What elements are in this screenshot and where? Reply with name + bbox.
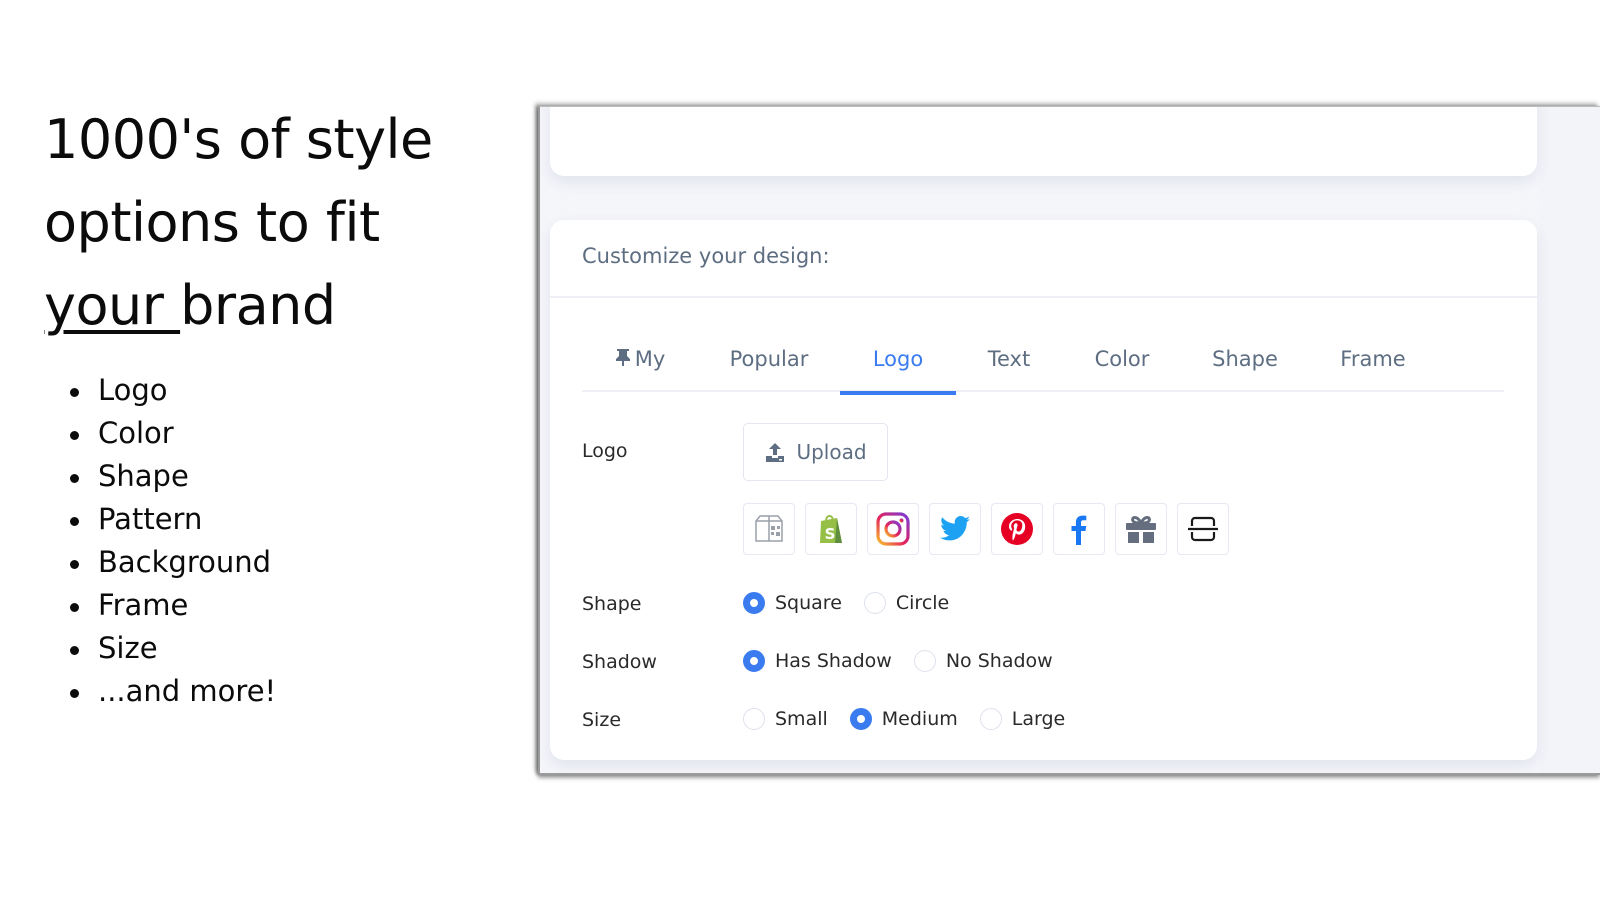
card-header: Customize your design: [550,220,1537,298]
feature-item: Frame [68,584,276,627]
no-shadow-radio[interactable]: No Shadow [913,650,1053,672]
app-screenshot: Customize your design: My Popular Logo T… [538,106,1600,775]
tab-label: Color [1094,347,1150,371]
scroll-area-edge [1540,107,1600,773]
radio-label: No Shadow [945,650,1053,672]
shopify-icon: S [820,515,842,543]
instagram-icon [876,512,910,546]
radio-indicator [743,650,765,672]
radio-indicator [743,592,765,614]
tab-frame[interactable]: Frame [1308,326,1438,392]
shape-circle-radio[interactable]: Circle [863,592,950,614]
feature-item: Color [68,412,276,455]
headline-underlined-word: your [44,274,181,337]
radio-indicator [913,650,936,672]
feature-list: Logo Color Shape Pattern Background Fram… [68,369,276,713]
pin-icon [615,348,631,371]
has-shadow-radio[interactable]: Has Shadow [743,650,892,672]
shape-radio-group: Square Circle [743,592,971,614]
svg-text:S: S [825,525,836,543]
radio-label: Square [775,592,842,614]
radio-label: Has Shadow [775,650,892,672]
feature-item: Shape [68,455,276,498]
headline-line-3: your brand [44,264,514,347]
tab-label: My [634,347,666,371]
size-large-radio[interactable]: Large [979,708,1066,730]
shape-label: Shape [582,593,642,615]
tab-label: Popular [729,347,809,371]
tab-label: Shape [1212,347,1278,371]
radio-indicator [979,708,1002,730]
feature-item: ...and more! [68,670,276,713]
headline-line-1: 1000's of style [44,108,433,171]
radio-indicator [863,592,886,614]
box-qr-icon [755,515,783,542]
tab-label: Frame [1340,347,1406,371]
pinterest-icon [1001,513,1033,545]
size-medium-radio[interactable]: Medium [849,708,958,730]
headline-line-2: options to fit [44,191,380,254]
shadow-label: Shadow [582,651,657,673]
preset-pinterest[interactable] [991,503,1043,555]
tab-my[interactable]: My [582,326,698,392]
customize-card: Customize your design: My Popular Logo T… [550,220,1537,760]
headline-line-3-rest: brand [180,274,336,337]
radio-indicator [849,708,872,730]
twitter-icon [940,516,970,541]
headline: 1000's of style options to fit your bran… [44,98,514,347]
feature-item: Size [68,627,276,670]
tab-popular[interactable]: Popular [698,326,840,392]
size-radio-group: Small Medium Large [743,708,1087,730]
tab-label: Text [987,347,1031,371]
shape-square-radio[interactable]: Square [743,592,842,614]
upload-button[interactable]: Upload [743,423,888,481]
size-small-radio[interactable]: Small [743,708,828,730]
upload-icon [766,443,785,462]
drag-handle-icon[interactable] [1192,106,1256,107]
tab-color[interactable]: Color [1062,326,1182,392]
tab-bar: My Popular Logo Text Color Shape Frame [582,326,1504,395]
preset-scan-frame[interactable] [1177,503,1229,555]
facebook-icon [1071,515,1087,545]
radio-label: Small [775,708,828,730]
tab-text[interactable]: Text [956,326,1062,392]
preset-shopify[interactable]: S [805,503,857,555]
size-label: Size [582,709,622,731]
radio-indicator [743,708,765,730]
feature-item: Logo [68,369,276,412]
shadow-radio-group: Has Shadow No Shadow [743,650,1075,672]
scan-frame-icon [1188,516,1218,542]
upload-label: Upload [796,440,867,464]
preset-facebook[interactable] [1053,503,1105,555]
preset-gift[interactable] [1115,503,1167,555]
logo-preset-grid: S [743,503,1229,555]
radio-label: Medium [881,708,958,730]
preset-twitter[interactable] [929,503,981,555]
radio-label: Circle [895,592,950,614]
gift-icon [1126,516,1156,543]
tab-label: Logo [872,347,924,371]
preview-card [550,107,1537,176]
feature-item: Pattern [68,498,276,541]
preset-instagram[interactable] [867,503,919,555]
radio-label: Large [1011,708,1066,730]
tab-shape[interactable]: Shape [1182,326,1308,392]
tab-logo[interactable]: Logo [840,326,956,395]
logo-label: Logo [582,440,628,462]
preset-box-qr[interactable] [743,503,795,555]
feature-item: Background [68,541,276,584]
